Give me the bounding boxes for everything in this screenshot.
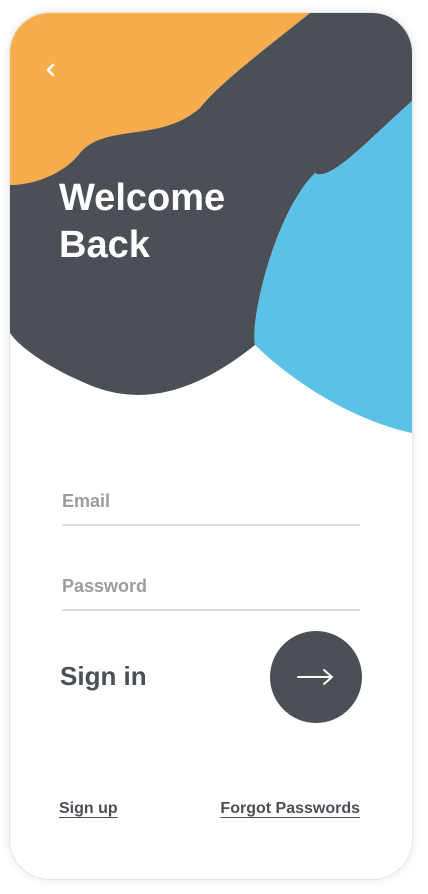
phone-frame: Welcome Back Sign in Sign up Forgot Pass… [10,13,412,879]
page-title: Welcome Back [59,175,299,269]
back-button[interactable] [36,55,66,85]
chevron-left-icon [46,63,55,77]
title-line-2: Back [59,224,150,266]
signin-submit-button[interactable] [270,631,362,723]
password-field[interactable] [62,576,360,597]
email-field[interactable] [62,491,360,512]
sign-up-link[interactable]: Sign up [59,800,118,818]
password-field-wrapper [62,553,360,611]
forgot-password-link[interactable]: Forgot Passwords [220,800,360,818]
email-field-wrapper [62,468,360,526]
signin-label: Sign in [60,661,147,691]
title-line-1: Welcome [59,177,226,219]
arrow-right-icon [297,669,333,685]
